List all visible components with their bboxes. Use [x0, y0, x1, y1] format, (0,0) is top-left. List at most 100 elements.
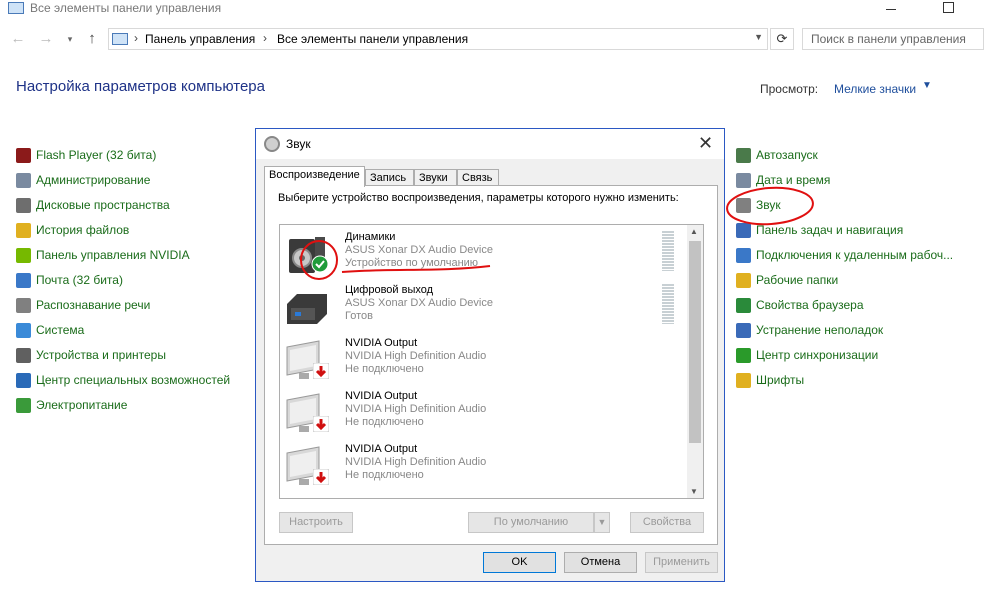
chevron-down-icon[interactable]: ▼	[754, 32, 763, 42]
maximize-button[interactable]	[936, 0, 960, 18]
chevron-down-icon[interactable]: ▼	[922, 80, 932, 91]
control-panel-item[interactable]: Центр специальных возможностей	[16, 371, 230, 396]
control-panel-item-label: Распознавание речи	[36, 298, 151, 312]
device-desc: ASUS Xonar DX Audio Device	[345, 244, 493, 256]
set-default-button[interactable]: По умолчанию	[468, 512, 594, 533]
speaker-icon	[736, 198, 751, 213]
back-arrow-icon[interactable]: ←	[8, 28, 28, 50]
device-status: Устройство по умолчанию	[345, 257, 479, 269]
device-name: NVIDIA Output	[345, 337, 418, 349]
control-panel-item-label: Шрифты	[756, 373, 805, 387]
fonts-icon	[736, 373, 751, 388]
properties-button[interactable]: Свойства	[630, 512, 704, 533]
refresh-button[interactable]: ⟳	[770, 28, 794, 50]
device-name: Динамики	[345, 231, 396, 243]
digital-output-icon	[285, 286, 329, 326]
disconnected-arrow-icon	[312, 468, 330, 488]
device-desc: NVIDIA High Definition Audio	[345, 350, 487, 362]
flash-icon	[16, 148, 31, 163]
control-panel-item-label: Панель управления NVIDIA	[36, 248, 190, 262]
control-panel-item-label: Администрирование	[36, 173, 151, 187]
power-icon	[16, 398, 31, 413]
control-panel-item[interactable]: Распознавание речи	[16, 296, 230, 321]
device-list-item[interactable]: NVIDIA Output NVIDIA High Definition Audi…	[280, 439, 688, 492]
device-list-item[interactable]: NVIDIA Output NVIDIA High Definition Audi…	[280, 386, 688, 439]
control-panel-item[interactable]: Панель управления NVIDIA	[16, 246, 230, 271]
control-panel-item[interactable]: Панель задач и навигация	[736, 221, 953, 246]
device-list-item[interactable]: Динамики ASUS Xonar DX Audio Device Устрой…	[280, 227, 688, 280]
control-panel-item-label: Центр специальных возможностей	[36, 373, 231, 387]
device-name: NVIDIA Output	[345, 443, 418, 455]
control-panel-item[interactable]: Электропитание	[16, 396, 230, 421]
control-panel-item[interactable]: Flash Player (32 бита)	[16, 146, 230, 171]
control-panel-item-label: Рабочие папки	[756, 273, 839, 287]
playback-tab-panel: Выберите устройство воспроизведения, пар…	[264, 185, 718, 545]
device-status: Не подключено	[345, 469, 424, 481]
view-mode-dropdown[interactable]: Мелкие значки	[834, 82, 916, 96]
ok-button[interactable]: OK	[483, 552, 556, 573]
control-panel-item[interactable]: Администрирование	[16, 171, 230, 196]
system-icon	[16, 323, 31, 338]
device-list-item[interactable]: NVIDIA Output NVIDIA High Definition Audi…	[280, 333, 688, 386]
device-list-item[interactable]: Цифровой выход ASUS Xonar DX Audio Device…	[280, 280, 688, 333]
scroll-down-icon[interactable]: ▼	[690, 487, 698, 496]
control-panel-item[interactable]: Устранение неполадок	[736, 321, 953, 346]
scroll-up-icon[interactable]: ▲	[690, 227, 698, 236]
disconnected-arrow-icon	[312, 415, 330, 435]
control-panel-item[interactable]: Звук	[736, 196, 953, 221]
view-label: Просмотр:	[760, 82, 819, 96]
cancel-button[interactable]: Отмена	[564, 552, 637, 573]
recent-locations-icon[interactable]: ▾	[60, 28, 80, 50]
volume-meter	[662, 284, 674, 324]
work-folders-icon	[736, 273, 751, 288]
device-status: Не подключено	[345, 416, 424, 428]
control-panel-item[interactable]: Автозапуск	[736, 146, 953, 171]
tab-playback[interactable]: Воспроизведение	[264, 166, 365, 187]
device-desc: NVIDIA High Definition Audio	[345, 456, 487, 468]
globe-icon	[736, 298, 751, 313]
control-panel-item[interactable]: Устройства и принтеры	[16, 346, 230, 371]
control-panel-item[interactable]: Свойства браузера	[736, 296, 953, 321]
control-panel-item[interactable]: Подключения к удаленным рабоч...	[736, 246, 953, 271]
control-panel-item-label: Система	[36, 323, 85, 337]
page-title: Настройка параметров компьютера	[16, 78, 265, 95]
vertical-scrollbar[interactable]: ▲ ▼	[687, 225, 703, 498]
minimize-button[interactable]	[880, 0, 904, 18]
search-input[interactable]: Поиск в панели управления	[802, 28, 984, 50]
breadcrumb-separator-icon: ›	[134, 31, 138, 45]
forward-arrow-icon[interactable]: →	[36, 28, 56, 50]
troubleshoot-icon	[736, 323, 751, 338]
control-panel-item-label: Центр синхронизации	[756, 348, 879, 362]
accessibility-icon	[16, 373, 31, 388]
close-icon[interactable]: ✕	[698, 133, 713, 154]
apply-button[interactable]: Применить	[645, 552, 718, 573]
monitor-device-icon	[285, 445, 330, 488]
control-panel-item[interactable]: Центр синхронизации	[736, 346, 953, 371]
control-panel-item-label: Дата и время	[756, 173, 831, 187]
nvidia-icon	[16, 248, 31, 263]
control-panel-item[interactable]: Рабочие папки	[736, 271, 953, 296]
device-name: NVIDIA Output	[345, 390, 418, 402]
breadcrumb-control-panel[interactable]: Панель управления	[145, 32, 255, 46]
address-bar[interactable]: › Панель управления › Все элементы панел…	[108, 28, 768, 50]
chevron-down-icon[interactable]: ▼	[594, 512, 610, 533]
printer-icon	[16, 348, 31, 363]
volume-meter	[662, 231, 674, 271]
breadcrumb-separator-icon: ›	[263, 31, 267, 45]
control-panel-item[interactable]: История файлов	[16, 221, 230, 246]
device-status: Готов	[345, 310, 373, 322]
dialog-title-bar: Звук ✕	[256, 129, 724, 159]
disconnected-arrow-icon	[312, 362, 330, 382]
up-arrow-icon[interactable]: ↑	[82, 28, 102, 50]
scrollbar-thumb[interactable]	[689, 241, 701, 443]
control-panel-item[interactable]: Система	[16, 321, 230, 346]
control-panel-items-right: Автозапуск Дата и время Звук Панель задач и…	[736, 146, 953, 396]
control-panel-item[interactable]: Почта (32 бита)	[16, 271, 230, 296]
breadcrumb-all-items[interactable]: Все элементы панели управления	[277, 32, 468, 46]
storage-icon	[16, 198, 31, 213]
taskbar-icon	[736, 223, 751, 238]
configure-button[interactable]: Настроить	[279, 512, 353, 533]
control-panel-item[interactable]: Дата и время	[736, 171, 953, 196]
control-panel-item[interactable]: Шрифты	[736, 371, 953, 396]
control-panel-item[interactable]: Дисковые пространства	[16, 196, 230, 221]
